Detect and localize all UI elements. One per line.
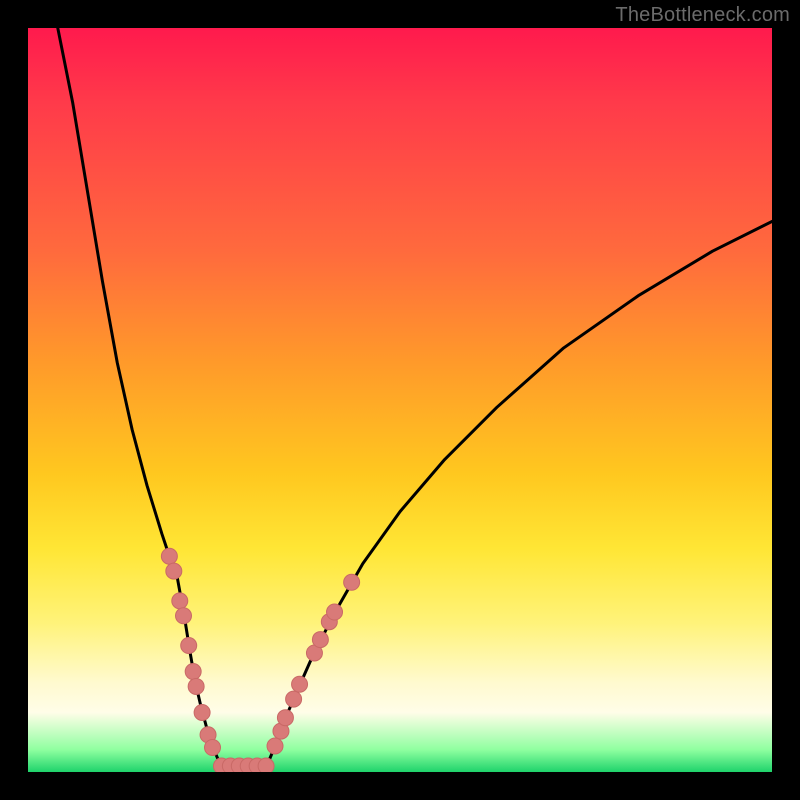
data-marker: [185, 664, 201, 680]
data-marker: [176, 608, 192, 624]
data-marker: [277, 710, 293, 726]
data-marker: [188, 678, 204, 694]
data-marker: [344, 574, 360, 590]
curve-segment: [58, 28, 772, 768]
data-marker: [327, 604, 343, 620]
watermark-text: TheBottleneck.com: [615, 4, 790, 27]
data-marker: [267, 738, 283, 754]
chart-svg: [28, 28, 772, 772]
chart-frame: TheBottleneck.com: [0, 0, 800, 800]
plot-area: [28, 28, 772, 772]
data-marker: [172, 593, 188, 609]
data-marker: [292, 676, 308, 692]
data-marker: [181, 638, 197, 654]
data-marker: [166, 563, 182, 579]
data-marker: [258, 758, 274, 772]
data-marker: [161, 548, 177, 564]
data-marker: [205, 739, 221, 755]
data-marker: [312, 632, 328, 648]
data-marker: [286, 691, 302, 707]
data-marker: [194, 704, 210, 720]
